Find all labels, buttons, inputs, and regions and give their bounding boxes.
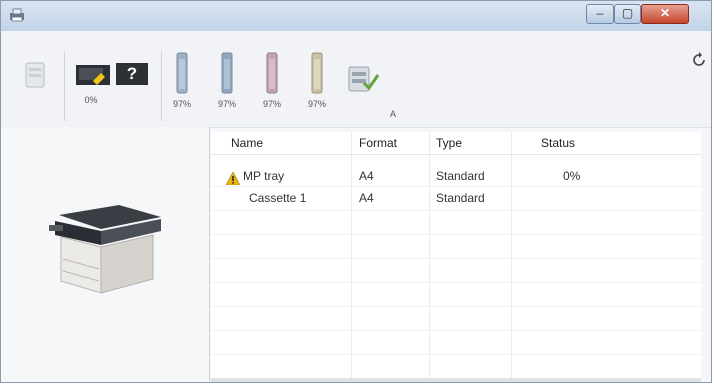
- row-divider: [211, 354, 701, 355]
- toner-yellow-icon[interactable]: [310, 51, 324, 97]
- toolbar-separator: [64, 51, 65, 121]
- row-divider: [211, 282, 701, 283]
- close-button[interactable]: ✕: [641, 4, 689, 24]
- warning-icon: [226, 172, 240, 185]
- paper-source-list: Name Format Type Status MP tray A4 Stand…: [211, 132, 701, 378]
- title-bar: – ▢ ✕: [1, 1, 711, 31]
- row-type: Standard: [436, 169, 485, 183]
- operation-panel-icon[interactable]: [75, 61, 111, 91]
- row-divider: [211, 186, 701, 187]
- printer-icon: [10, 8, 24, 22]
- refresh-icon[interactable]: [691, 52, 707, 68]
- horizontal-scrollbar[interactable]: [211, 378, 701, 382]
- toner-yellow-percent: 97%: [307, 99, 326, 109]
- waste-toner-icon[interactable]: [346, 61, 382, 95]
- panel-percent: 0%: [84, 95, 98, 105]
- status-toolbar: ? 0% 97% 97% 97% 97% A: [1, 31, 711, 128]
- row-format: A4: [359, 191, 374, 205]
- row-status: 0%: [563, 169, 581, 183]
- toolbar-separator: [161, 51, 162, 121]
- toner-cyan-icon[interactable]: [175, 51, 189, 97]
- column-divider: [351, 132, 352, 378]
- column-divider: [511, 132, 512, 378]
- maximize-button[interactable]: ▢: [614, 4, 641, 24]
- toner-magenta-icon[interactable]: [265, 51, 279, 97]
- row-name: Cassette 1: [249, 191, 307, 205]
- row-divider: [211, 234, 701, 235]
- toner-blue-percent: 97%: [217, 99, 236, 109]
- column-header-format[interactable]: Format: [359, 136, 397, 150]
- device-panel: [1, 127, 210, 382]
- counter-display: ?: [116, 63, 148, 85]
- printer-status-icon[interactable]: [23, 59, 49, 91]
- row-divider: [211, 306, 701, 307]
- toner-cyan-percent: 97%: [172, 99, 191, 109]
- toner-blue-icon[interactable]: [220, 51, 234, 97]
- minimize-button[interactable]: –: [586, 4, 614, 24]
- row-divider: [211, 258, 701, 259]
- printer-image: [49, 205, 161, 294]
- app-window: – ▢ ✕ ? 0% 97% 97% 97% 97% A Name Format…: [0, 0, 712, 383]
- list-header: Name Format Type Status: [211, 132, 701, 155]
- column-header-type[interactable]: Type: [436, 136, 462, 150]
- column-divider: [429, 132, 430, 378]
- toner-magenta-percent: 97%: [262, 99, 281, 109]
- column-header-status[interactable]: Status: [541, 136, 575, 150]
- column-header-name[interactable]: Name: [231, 136, 263, 150]
- row-type: Standard: [436, 191, 485, 205]
- waste-label: A: [389, 109, 396, 119]
- row-divider: [211, 330, 701, 331]
- row-divider: [211, 210, 701, 211]
- row-name: MP tray: [243, 169, 285, 183]
- row-format: A4: [359, 169, 374, 183]
